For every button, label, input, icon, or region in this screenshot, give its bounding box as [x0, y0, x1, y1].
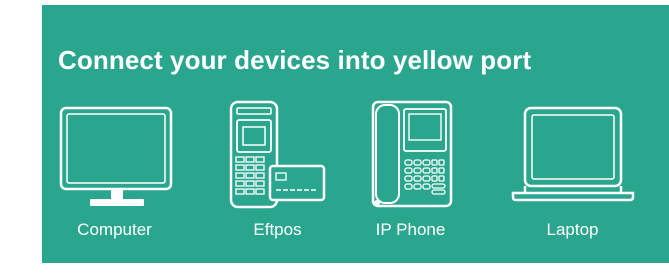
eftpos-icon [229, 100, 326, 209]
device-label-ip-phone: IP Phone [375, 220, 446, 239]
panel-pointer [392, 0, 478, 5]
device-label-eftpos: Eftpos [253, 220, 302, 239]
page-title: Connect your devices into yellow port [58, 45, 532, 75]
device-label-laptop: Laptop [546, 220, 599, 239]
device-laptop: Laptop [510, 102, 635, 242]
ip-phone-icon [371, 100, 453, 208]
device-ip-phone: IP Phone [348, 100, 473, 242]
device-eftpos: Eftpos [215, 100, 340, 242]
devices-panel: Connect your devices into yellow port Co… [42, 0, 669, 263]
computer-icon [59, 106, 173, 206]
device-computer: Computer [52, 102, 177, 242]
laptop-icon [511, 106, 635, 202]
device-label-computer: Computer [77, 220, 152, 239]
